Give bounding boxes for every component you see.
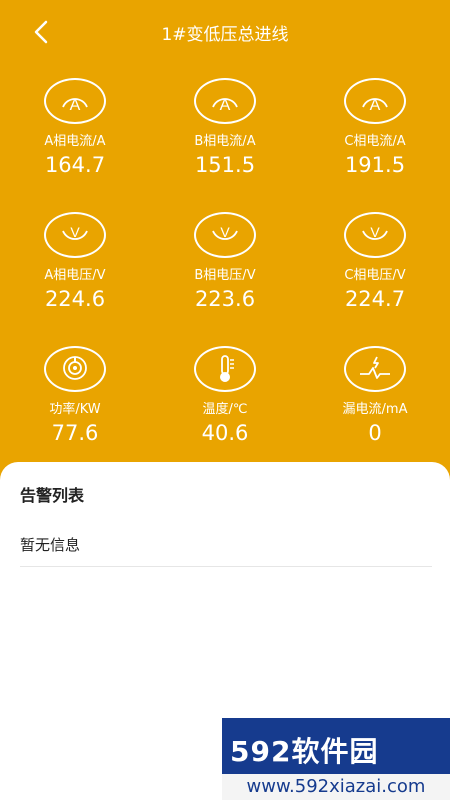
metric-value: 223.6 [194,287,256,311]
divider [20,566,432,567]
metric-c-voltage: V C相电压/V 224.7 [300,212,450,311]
metric-temperature: 温度/℃ 40.6 [150,346,300,445]
metric-value: 224.6 [44,287,106,311]
metric-b-current: A B相电流/A 151.5 [150,78,300,177]
metric-value: 224.7 [344,287,406,311]
voltmeter-icon: V [44,212,106,258]
metric-value: 0 [368,421,382,445]
metric-value: 77.6 [51,421,99,445]
metric-value: 164.7 [44,153,106,177]
watermark-logo: 592软件园 www.592xiazai.com [222,718,450,800]
metric-a-current: A A相电流/A 164.7 [0,78,150,177]
metric-label: A相电流/A [44,134,106,149]
ammeter-icon: A [194,78,256,124]
svg-text:A: A [70,97,81,114]
svg-text:V: V [70,224,80,240]
ammeter-icon: A [44,78,106,124]
svg-text:A: A [370,97,381,114]
metric-c-current: A C相电流/A 191.5 [300,78,450,177]
metric-leakage: 漏电流/mA 0 [300,346,450,445]
metric-label: 温度/℃ [202,402,248,417]
metric-value: 151.5 [194,153,256,177]
metric-power: 功率/KW 77.6 [0,346,150,445]
metric-label: 漏电流/mA [342,402,408,417]
metric-a-voltage: V A相电压/V 224.6 [0,212,150,311]
svg-text:V: V [370,224,380,240]
watermark-banner: 592软件园 [222,718,450,774]
watermark-brand: 592软件园 [230,735,379,768]
metric-label: C相电流/A [344,134,406,149]
watermark-url: www.592xiazai.com [246,776,426,797]
metric-label: B相电流/A [194,134,256,149]
metric-label: A相电压/V [44,268,106,283]
metric-b-voltage: V B相电压/V 223.6 [150,212,300,311]
alarm-list-title: 告警列表 [20,486,85,505]
metric-label: C相电压/V [344,268,406,283]
svg-text:A: A [220,97,231,114]
voltmeter-icon: V [344,212,406,258]
metric-label: 功率/KW [49,402,101,417]
page-title: 1#变低压总进线 [161,25,289,45]
ammeter-icon: A [344,78,406,124]
header: 1#变低压总进线 [0,0,450,64]
power-icon [44,346,106,392]
empty-message: 暂无信息 [20,536,81,554]
svg-text:V: V [220,224,230,240]
metric-value: 191.5 [344,153,406,177]
thermometer-icon [194,346,256,392]
metric-label: B相电压/V [194,268,256,283]
metric-value: 40.6 [201,421,249,445]
leakage-current-icon [344,346,406,392]
voltmeter-icon: V [194,212,256,258]
